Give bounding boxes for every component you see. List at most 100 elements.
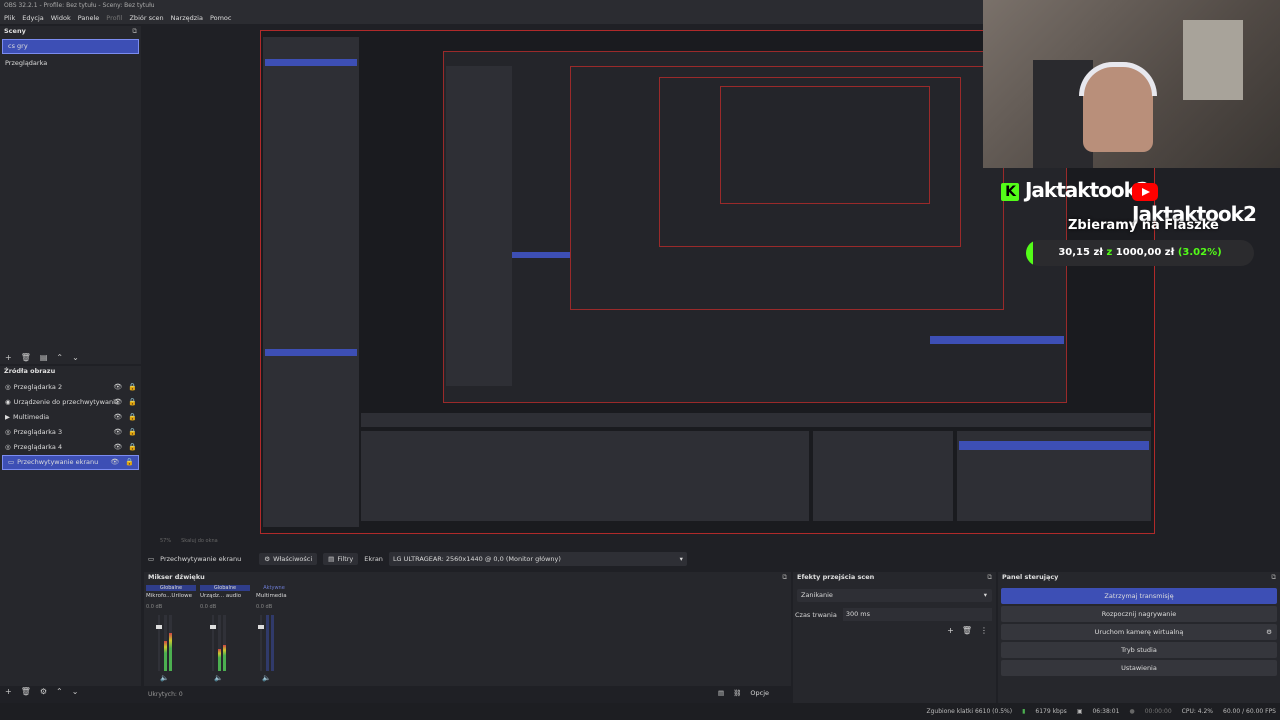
scene-item-cs-gry[interactable]: cs gry xyxy=(2,39,139,54)
lock-icon[interactable]: 🔒 xyxy=(128,440,137,455)
chevron-down-icon[interactable]: ⌄ xyxy=(72,353,79,362)
lock-icon[interactable]: 🔒 xyxy=(128,395,137,410)
source-item[interactable]: ◎ Przeglądarka 2 👁 🔒 xyxy=(0,380,141,395)
channel-name-2[interactable]: Urządz... audio xyxy=(200,593,241,599)
source-item[interactable]: ▶ Multimedia 👁 🔒 xyxy=(0,410,141,425)
cpu: CPU: 4.2% xyxy=(1181,708,1214,715)
menu-tools[interactable]: Narzędzia xyxy=(171,14,203,22)
eye-icon[interactable]: 👁 xyxy=(113,380,122,395)
speaker-icon[interactable]: 🔈 xyxy=(160,674,169,682)
volume-fader[interactable] xyxy=(210,625,216,629)
undock-icon[interactable]: ⧉ xyxy=(132,26,137,37)
channel-name-1[interactable]: Mikrofo...Urilowe xyxy=(146,593,192,599)
duration-input[interactable]: 300 ms xyxy=(842,608,992,621)
nested-mixer xyxy=(361,431,809,521)
preview-status: 57% Skaluj do okna xyxy=(145,536,1280,546)
lock-icon[interactable]: 🔒 xyxy=(125,455,134,470)
lock-icon[interactable]: 🔒 xyxy=(128,425,137,440)
gear-icon[interactable]: ⚙ xyxy=(40,687,47,696)
kick-logo-icon: K xyxy=(1001,182,1019,201)
channel-name-3[interactable]: Multimedia xyxy=(256,593,287,599)
volume-fader[interactable] xyxy=(258,625,264,629)
volume-meter xyxy=(223,645,226,671)
chevron-up-icon[interactable]: ⌃ xyxy=(56,687,63,696)
bitrate: 6179 kbps xyxy=(1035,708,1067,715)
screen-select[interactable]: LG ULTRAGEAR: 2560x1440 @ 0,0 (Monitor g… xyxy=(388,552,687,566)
gear-icon[interactable]: ⚙ xyxy=(1266,624,1272,640)
channel-db-1: 0.0 dB xyxy=(146,604,163,610)
transition-select[interactable]: Zanikanie ▾ xyxy=(797,589,992,602)
menu-file[interactable]: Plik xyxy=(4,14,15,22)
menu-profile[interactable]: Profil xyxy=(106,14,122,22)
speaker-icon[interactable]: 🔈 xyxy=(214,674,223,682)
speaker-icon[interactable]: 🔈 xyxy=(262,674,271,682)
layout-icon[interactable]: ▤ xyxy=(718,689,724,697)
more-icon[interactable]: ⋮ xyxy=(980,626,988,635)
mixer-options[interactable]: ▤ ⛓ Opcje xyxy=(718,689,769,697)
add-icon[interactable]: + xyxy=(5,353,12,362)
volume-fader[interactable] xyxy=(156,625,162,629)
trash-icon[interactable]: 🗑 xyxy=(962,626,972,635)
link-icon[interactable]: ⛓ xyxy=(733,689,741,697)
monitor-icon: ▭ xyxy=(8,458,15,466)
menu-help[interactable]: Pomoc xyxy=(210,14,232,22)
zoom-level[interactable]: 57% xyxy=(160,538,171,544)
source-item[interactable]: ◎ Przeglądarka 4 👁 🔒 xyxy=(0,440,141,455)
trash-icon[interactable]: 🗑 xyxy=(21,687,31,696)
source-item[interactable]: ◎ Przeglądarka 3 👁 🔒 xyxy=(0,425,141,440)
sources-toolbar: + 🗑 ⚙ ⌃ ⌄ xyxy=(0,684,78,698)
properties-button[interactable]: ⚙ Właściwości xyxy=(259,553,318,565)
undock-icon[interactable]: ⧉ xyxy=(987,572,992,583)
controls-dock: Panel sterujący ⧉ Zatrzymaj transmisję Ro… xyxy=(998,572,1280,703)
eye-icon[interactable]: 👁 xyxy=(113,425,122,440)
record-icon: ● xyxy=(1129,708,1135,715)
eye-icon[interactable]: 👁 xyxy=(110,455,119,470)
trash-icon[interactable]: 🗑 xyxy=(21,353,31,362)
goal-bar: 30,15 zł z 1000,00 zł (3.02%) xyxy=(1026,240,1254,266)
source-item-selected[interactable]: ▭ Przechwytywanie ekranu 👁 🔒 xyxy=(2,455,139,470)
transitions-title: Efekty przejścia scen ⧉ xyxy=(797,572,992,583)
lock-icon[interactable]: 🔒 xyxy=(128,380,137,395)
mixer-dock: Mikser dźwięku ⧉ Globalne Globalne Aktywn… xyxy=(144,572,791,686)
mixer-channels: Globalne Globalne Aktywne Mikrofo...Uril… xyxy=(144,583,791,683)
transitions-dock: Efekty przejścia scen ⧉ Zanikanie ▾ Czas t… xyxy=(793,572,996,703)
scene-item-przegladarka[interactable]: Przeglądarka xyxy=(0,56,141,71)
browser-icon: ◎ xyxy=(5,428,11,436)
scale-mode[interactable]: Skaluj do okna xyxy=(181,538,218,544)
menu-edit[interactable]: Edycja xyxy=(22,14,43,22)
chevron-down-icon[interactable]: ⌄ xyxy=(72,687,79,696)
menu-scene-collection[interactable]: Zbiór scen xyxy=(129,14,163,22)
channel-header-3: Aktywne xyxy=(263,585,285,591)
nested-preview-1 xyxy=(443,51,1067,403)
eye-icon[interactable]: 👁 xyxy=(113,395,122,410)
source-item[interactable]: ◉ Urządzenie do przechwytywania 👁 🔒 xyxy=(0,395,141,410)
virtual-cam-button[interactable]: Uruchom kamerę wirtualną ⚙ xyxy=(1001,624,1277,640)
channel-header-1: Globalne xyxy=(146,585,196,591)
scenes-title: Sceny ⧉ xyxy=(4,26,137,37)
start-record-button[interactable]: Rozpocznij nagrywanie xyxy=(1001,606,1277,622)
eye-icon[interactable]: 👁 xyxy=(113,410,122,425)
nested-preview-3 xyxy=(659,77,961,247)
lock-icon[interactable]: 🔒 xyxy=(128,410,137,425)
nested-obs-sel xyxy=(512,252,572,258)
volume-meter xyxy=(212,615,214,671)
add-icon[interactable]: + xyxy=(947,626,954,635)
studio-mode-button[interactable]: Tryb studia xyxy=(1001,642,1277,658)
menu-docks[interactable]: Panele xyxy=(78,14,100,22)
settings-button[interactable]: Ustawienia xyxy=(1001,660,1277,676)
options-label[interactable]: Opcje xyxy=(750,689,769,697)
stop-stream-button[interactable]: Zatrzymaj transmisję xyxy=(1001,588,1277,604)
chevron-up-icon[interactable]: ⌃ xyxy=(56,353,63,362)
add-icon[interactable]: + xyxy=(5,687,12,696)
sources-title: Źródła obrazu xyxy=(4,367,56,375)
nested-source-bar xyxy=(361,413,1151,427)
eye-icon[interactable]: 👁 xyxy=(113,440,122,455)
filters-button[interactable]: ▤ Filtry xyxy=(323,553,359,565)
volume-meter xyxy=(260,615,262,671)
undock-icon[interactable]: ⧉ xyxy=(782,572,787,583)
menu-view[interactable]: Widok xyxy=(51,14,71,22)
fps: 60.00 / 60.00 FPS xyxy=(1223,708,1276,715)
chevron-down-icon: ▾ xyxy=(983,591,987,599)
filter-icon[interactable]: ▤ xyxy=(40,353,48,362)
undock-icon[interactable]: ⧉ xyxy=(1271,572,1276,583)
